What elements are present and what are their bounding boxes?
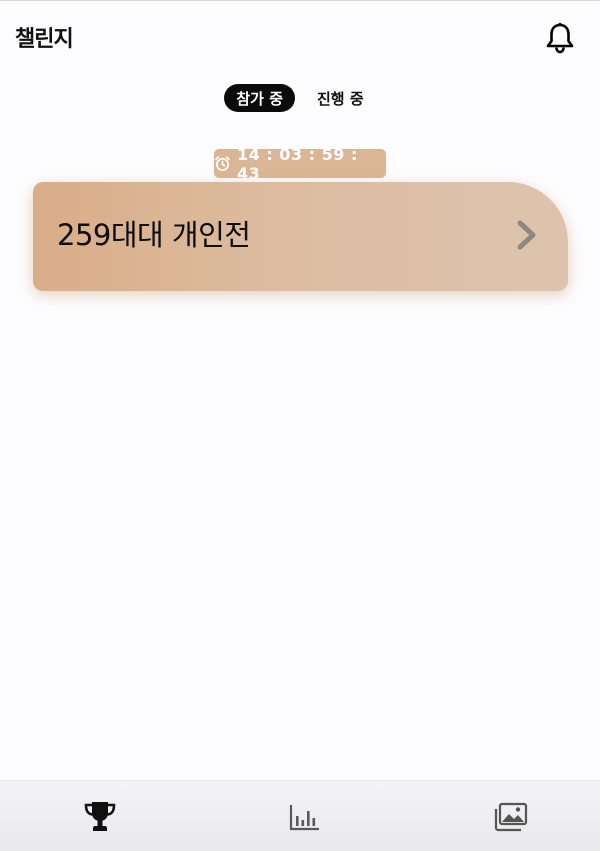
challenge-title: 259대대 개인전 [57,218,251,252]
challenge-screen: 챌린지 참가 중 진행 중 14 : 03 : 59 : 43 259대대 개인… [0,0,600,851]
countdown-timer: 14 : 03 : 59 : 43 [214,145,386,183]
tab-participating[interactable]: 참가 중 [224,84,295,112]
challenge-card[interactable]: 259대대 개인전 [33,182,568,291]
bottom-nav [0,780,600,851]
tab-in-progress[interactable]: 진행 중 [305,84,376,112]
challenge-tabs: 참가 중 진행 중 [0,84,600,112]
countdown-value: 14 : 03 : 59 : 43 [237,144,358,183]
bar-chart-icon [289,803,321,831]
alarm-clock-icon [214,155,231,172]
nav-statistics[interactable] [285,797,325,837]
chevron-right-icon [514,218,540,252]
trophy-icon [82,800,118,834]
photo-gallery-icon [492,802,528,832]
nav-challenge[interactable] [80,797,120,837]
nav-gallery[interactable] [490,797,530,837]
bell-icon[interactable] [544,21,576,55]
header: 챌린지 [0,1,600,71]
page-title: 챌린지 [15,27,74,52]
